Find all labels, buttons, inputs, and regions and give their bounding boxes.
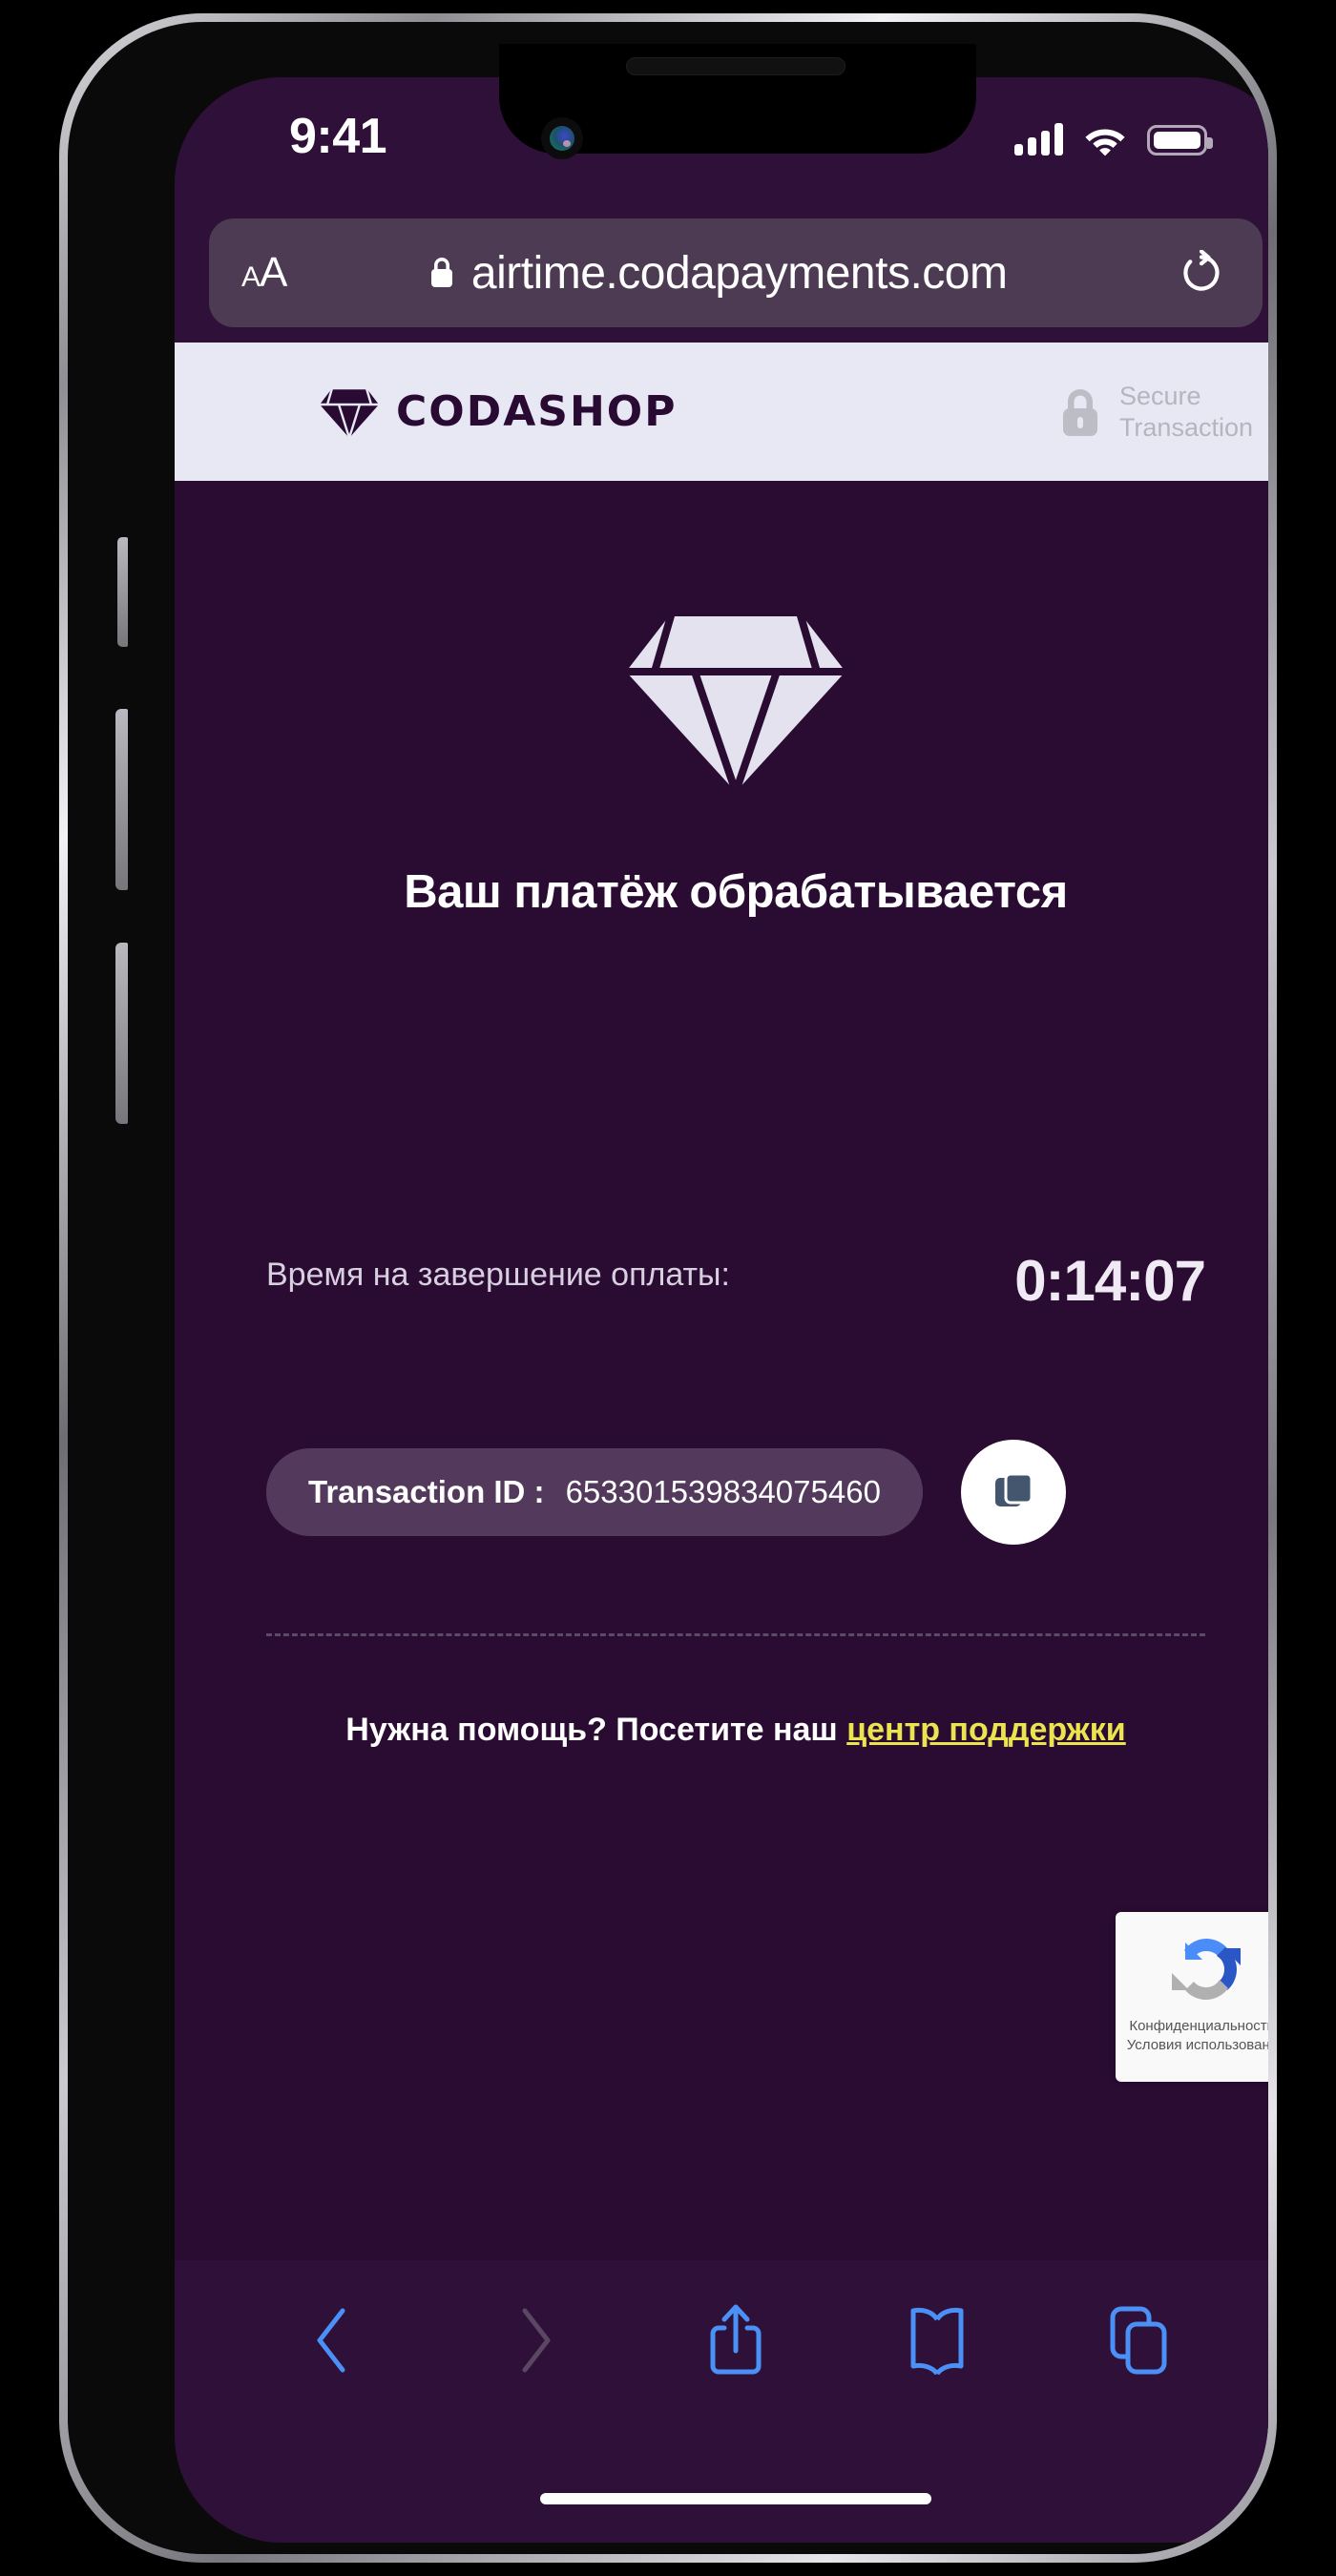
- transaction-id-pill: Transaction ID : 653301539834075460: [266, 1448, 923, 1536]
- tabs-icon[interactable]: [1103, 2300, 1174, 2380]
- secure-transaction-text: Secure Transaction: [1119, 381, 1253, 444]
- timer-label: Время на завершение оплаты:: [266, 1257, 730, 1293]
- lock-icon: [430, 258, 452, 287]
- copy-icon: [994, 1472, 1033, 1506]
- codashop-diamond-icon: [320, 386, 379, 440]
- support-line: Нужна помощь? Посетите наш центр поддерж…: [175, 1712, 1268, 1749]
- share-icon[interactable]: [700, 2300, 771, 2380]
- back-icon[interactable]: [298, 2300, 368, 2380]
- recaptcha-text: Конфиденциальность - Условия использован…: [1127, 2017, 1268, 2054]
- recaptcha-icon: [1172, 1939, 1241, 2000]
- aa-small-letter: A: [241, 261, 261, 293]
- transaction-id-value: 653301539834075460: [565, 1474, 881, 1509]
- dashed-divider: [266, 1633, 1205, 1636]
- page-content: Ваш платёж обрабатывается Время на завер…: [175, 481, 1268, 2260]
- support-prefix: Нужна помощь? Посетите наш: [345, 1712, 847, 1748]
- support-center-link[interactable]: центр поддержки: [846, 1712, 1126, 1748]
- recaptcha-terms[interactable]: Условия использования: [1127, 2036, 1268, 2055]
- safari-url-bar-container: AA airtime.codapayments.com: [175, 201, 1268, 343]
- bookmarks-icon[interactable]: [902, 2300, 972, 2380]
- volume-down-button[interactable]: [115, 943, 128, 1124]
- earpiece-speaker: [626, 57, 845, 75]
- url-center[interactable]: airtime.codapayments.com: [258, 247, 1179, 300]
- diamond-icon: [626, 609, 845, 796]
- safari-bottom-toolbar: [175, 2260, 1268, 2543]
- brand[interactable]: CODASHOP: [320, 384, 677, 440]
- recaptcha-privacy[interactable]: Конфиденциальность -: [1127, 2017, 1268, 2036]
- wifi-icon: [1085, 129, 1125, 156]
- page-title: Ваш платёж обрабатывается: [404, 866, 1068, 918]
- status-time: 9:41: [289, 109, 387, 164]
- transaction-row: Transaction ID : 653301539834075460: [266, 1440, 1221, 1545]
- phone-screen: 9:41 AA airtime.codapayments.com CODASHO…: [175, 77, 1268, 2543]
- brand-name: CODASHOP: [396, 387, 678, 436]
- volume-up-button[interactable]: [115, 709, 128, 890]
- cellular-signal-icon: [1014, 123, 1063, 156]
- status-icons: [1014, 115, 1213, 156]
- copy-button[interactable]: [960, 1440, 1066, 1545]
- camera-lens: [550, 126, 574, 151]
- timer-row: Время на завершение оплаты: 0:14:07: [266, 1249, 1206, 1314]
- battery-full-icon: [1147, 125, 1213, 156]
- device-body: 9:41 AA airtime.codapayments.com CODASHO…: [68, 22, 1268, 2554]
- url-bar[interactable]: AA airtime.codapayments.com: [209, 218, 1263, 327]
- toolbar-icons: [175, 2283, 1268, 2398]
- url-text: airtime.codapayments.com: [470, 247, 1008, 299]
- countdown-timer: 0:14:07: [1014, 1249, 1206, 1313]
- reload-icon[interactable]: [1179, 250, 1224, 296]
- front-camera: [541, 117, 583, 159]
- lock-icon: [1062, 388, 1097, 436]
- mute-switch[interactable]: [117, 537, 128, 647]
- transaction-id-label: Transaction ID :: [308, 1474, 545, 1509]
- web-page: CODASHOP Secure Transaction Ваш платёж о…: [175, 343, 1268, 2260]
- secure-line-1: Secure: [1118, 381, 1201, 410]
- secure-transaction-badge: Secure Transaction: [1058, 381, 1253, 444]
- home-indicator[interactable]: [540, 2493, 931, 2504]
- site-header: CODASHOP Secure Transaction: [175, 343, 1268, 481]
- secure-line-2: Transaction: [1118, 412, 1253, 442]
- forward-icon: [499, 2300, 570, 2380]
- recaptcha-badge[interactable]: Конфиденциальность - Условия использован…: [1116, 1912, 1268, 2082]
